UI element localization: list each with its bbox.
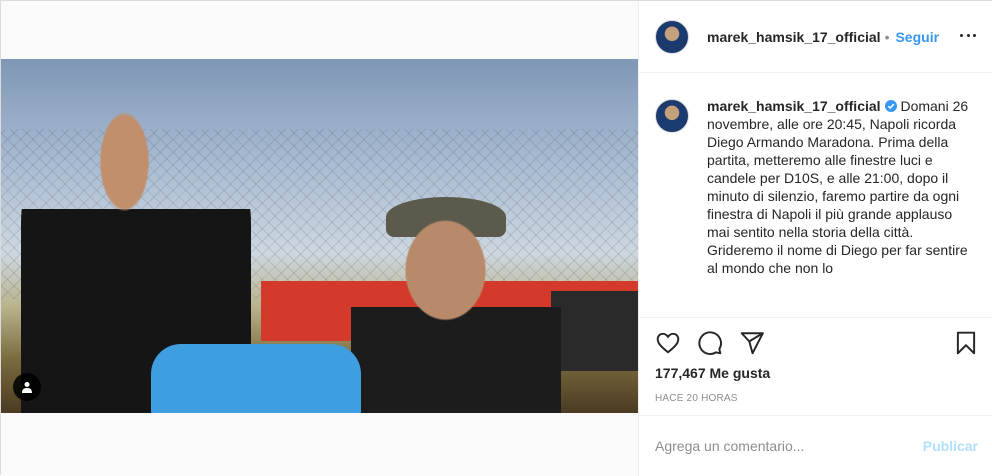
action-bar: [639, 317, 992, 367]
comment-form: Publicar: [639, 415, 992, 476]
heart-icon[interactable]: [655, 330, 681, 356]
avatar[interactable]: [655, 19, 689, 54]
caption-body: marek_hamsik_17_official Domani 26 novem…: [707, 97, 977, 313]
share-icon[interactable]: [739, 330, 765, 356]
comment-icon[interactable]: [697, 330, 723, 356]
post-timestamp[interactable]: HACE 20 HORAS: [655, 393, 738, 404]
user-tag-icon: [22, 382, 32, 393]
follow-button[interactable]: Seguir: [895, 29, 939, 45]
likes-count: 177,467: [655, 365, 706, 381]
post-header: marek_hamsik_17_official • Seguir: [639, 1, 992, 73]
caption: marek_hamsik_17_official Domani 26 novem…: [655, 97, 985, 313]
user-tag-button[interactable]: [13, 373, 41, 401]
post-photo[interactable]: [1, 59, 638, 413]
photo-jersey: [151, 344, 361, 413]
photo-person-right: [351, 209, 561, 413]
likes-summary[interactable]: 177,467 Me gusta: [655, 365, 770, 381]
photo-banner-dark: [551, 291, 638, 371]
caption-avatar[interactable]: [655, 99, 689, 133]
more-options-icon[interactable]: [960, 27, 976, 43]
publish-button[interactable]: Publicar: [923, 438, 978, 454]
verified-badge-icon: [884, 100, 897, 112]
media-pane: [1, 1, 638, 476]
instagram-post-modal: marek_hamsik_17_official • Seguir marek_…: [0, 0, 992, 476]
likes-label: Me gusta: [709, 365, 771, 381]
bookmark-icon[interactable]: [953, 330, 979, 356]
caption-username[interactable]: marek_hamsik_17_official: [707, 98, 881, 114]
header-username[interactable]: marek_hamsik_17_official: [707, 29, 881, 45]
post-side-panel: marek_hamsik_17_official • Seguir marek_…: [638, 1, 992, 476]
header-separator: •: [884, 28, 890, 45]
comment-input[interactable]: [655, 438, 923, 454]
caption-text: Domani 26 novembre, alle ore 20:45, Napo…: [707, 98, 969, 276]
